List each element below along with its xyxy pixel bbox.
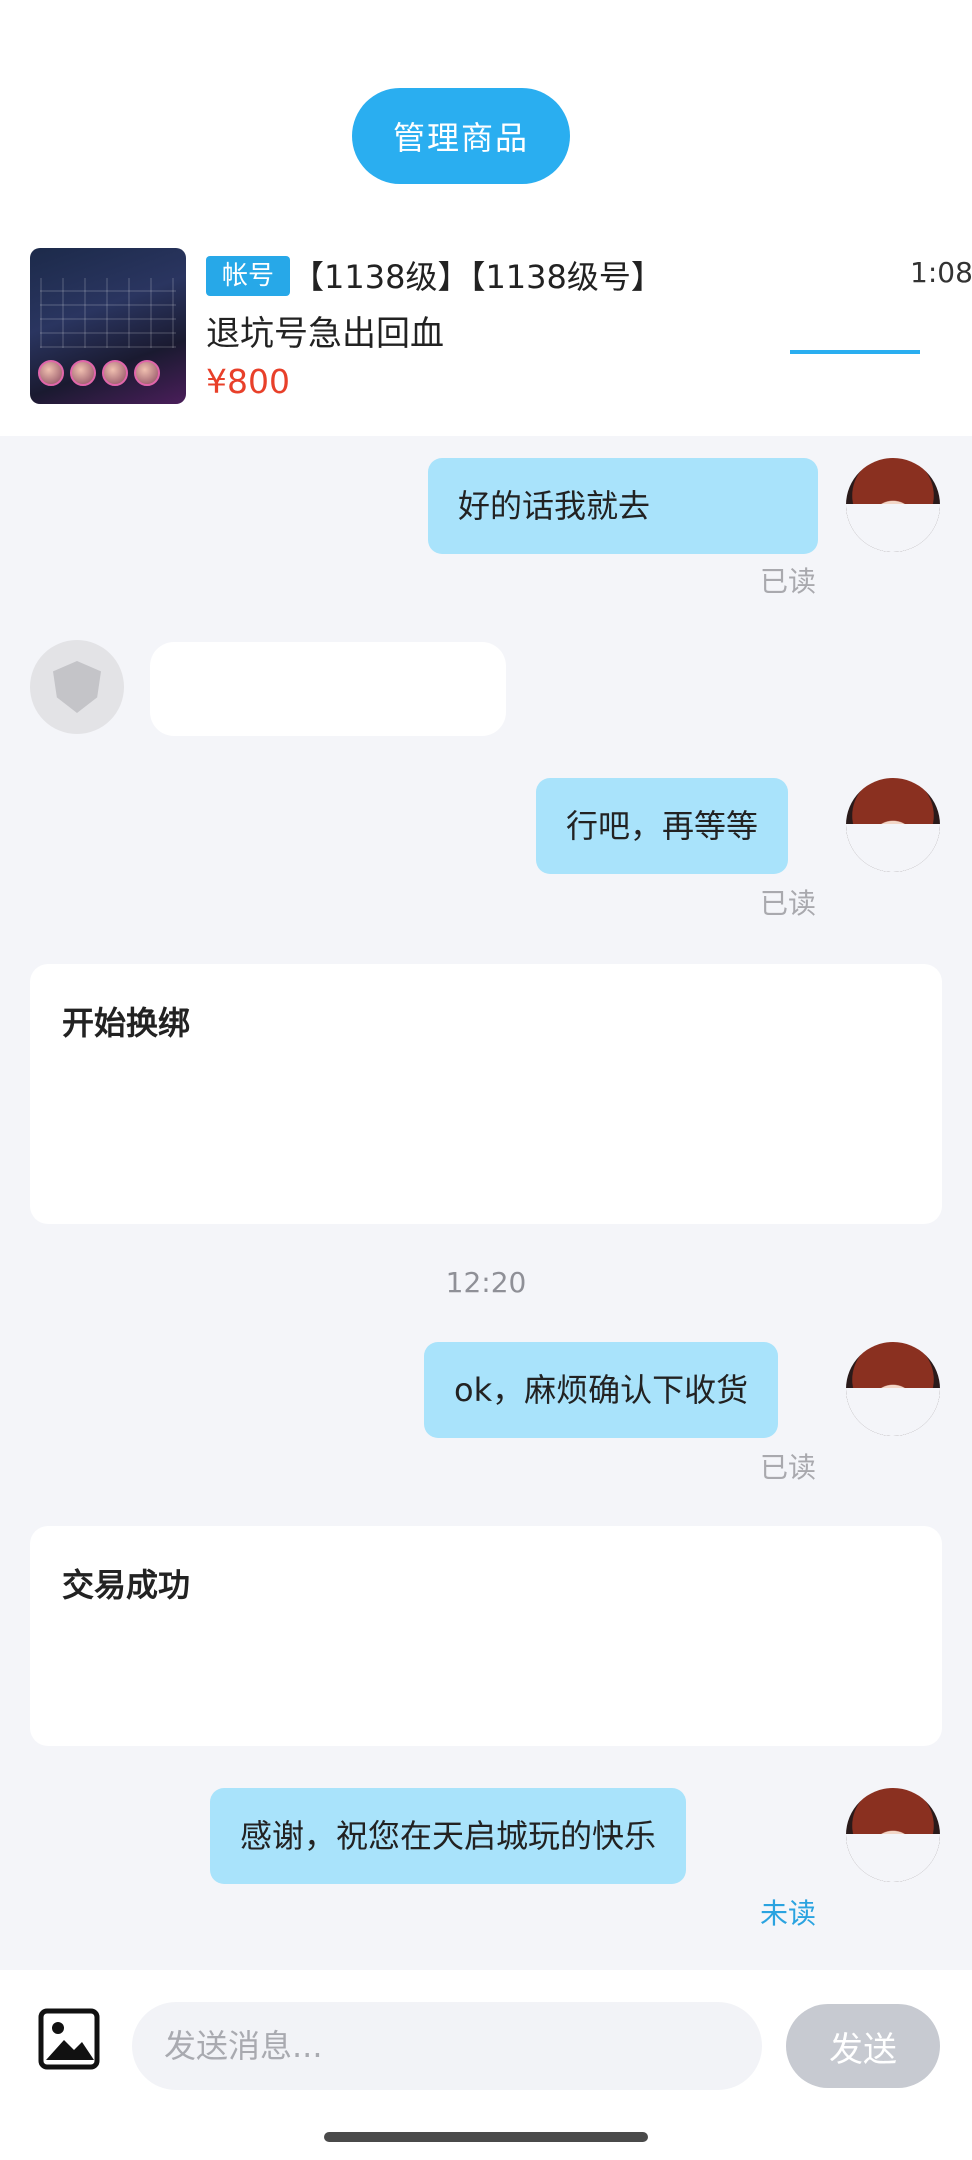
redacted-mark <box>790 336 920 358</box>
read-status: 已读 <box>759 565 816 598</box>
shield-icon <box>53 661 101 713</box>
my-avatar[interactable] <box>846 1788 940 1882</box>
product-header: 管理商品 帐号 【1138级】【1138级号】 1:08 退坑号急出回血 ¥80… <box>0 0 972 436</box>
message-bubble-sent[interactable]: ok，麻烦确认下收货 <box>424 1342 779 1438</box>
message-input[interactable] <box>132 2002 762 2090</box>
message-bubble-sent[interactable]: 行吧，再等等 <box>536 778 789 874</box>
unread-status: 未读 <box>759 1897 816 1930</box>
product-thumbnail[interactable] <box>30 248 186 404</box>
image-picker-icon[interactable] <box>38 2008 100 2070</box>
message-timestamp: 12:20 <box>445 1266 527 1299</box>
read-status: 已读 <box>759 887 816 920</box>
product-tag-right: 1:08 <box>910 256 972 289</box>
my-avatar[interactable] <box>846 1342 940 1436</box>
product-level-tags: 【1138级】【1138级号】 <box>292 258 663 296</box>
manage-products-button[interactable]: 管理商品 <box>352 88 570 184</box>
message-bubble-sent[interactable]: 感谢，祝您在天启城玩的快乐 <box>210 1788 687 1884</box>
character-icon <box>38 360 64 386</box>
thumbnail-characters <box>38 360 160 386</box>
seller-avatar[interactable] <box>30 640 124 734</box>
thumbnail-grid <box>40 278 176 348</box>
my-avatar[interactable] <box>846 778 940 872</box>
redacted-area <box>30 198 590 238</box>
card-title: 交易成功 <box>62 1566 191 1604</box>
product-price: ¥800 <box>206 362 290 401</box>
my-avatar[interactable] <box>846 458 940 552</box>
product-tag: 帐号 <box>206 256 291 296</box>
home-indicator[interactable] <box>324 2132 648 2142</box>
card-title: 开始换绑 <box>62 1004 191 1042</box>
send-button[interactable]: 发送 <box>786 2004 940 2088</box>
character-icon <box>70 360 96 386</box>
redacted-message-bubble <box>150 642 506 736</box>
read-status: 已读 <box>759 1451 816 1484</box>
system-card-trade-success[interactable]: 交易成功 <box>30 1526 942 1746</box>
character-icon <box>102 360 128 386</box>
system-card-rebind[interactable]: 开始换绑 <box>30 964 942 1224</box>
message-bubble-sent[interactable]: 好的话我就去 <box>428 458 818 554</box>
product-title[interactable]: 退坑号急出回血 <box>206 306 444 355</box>
character-icon <box>134 360 160 386</box>
